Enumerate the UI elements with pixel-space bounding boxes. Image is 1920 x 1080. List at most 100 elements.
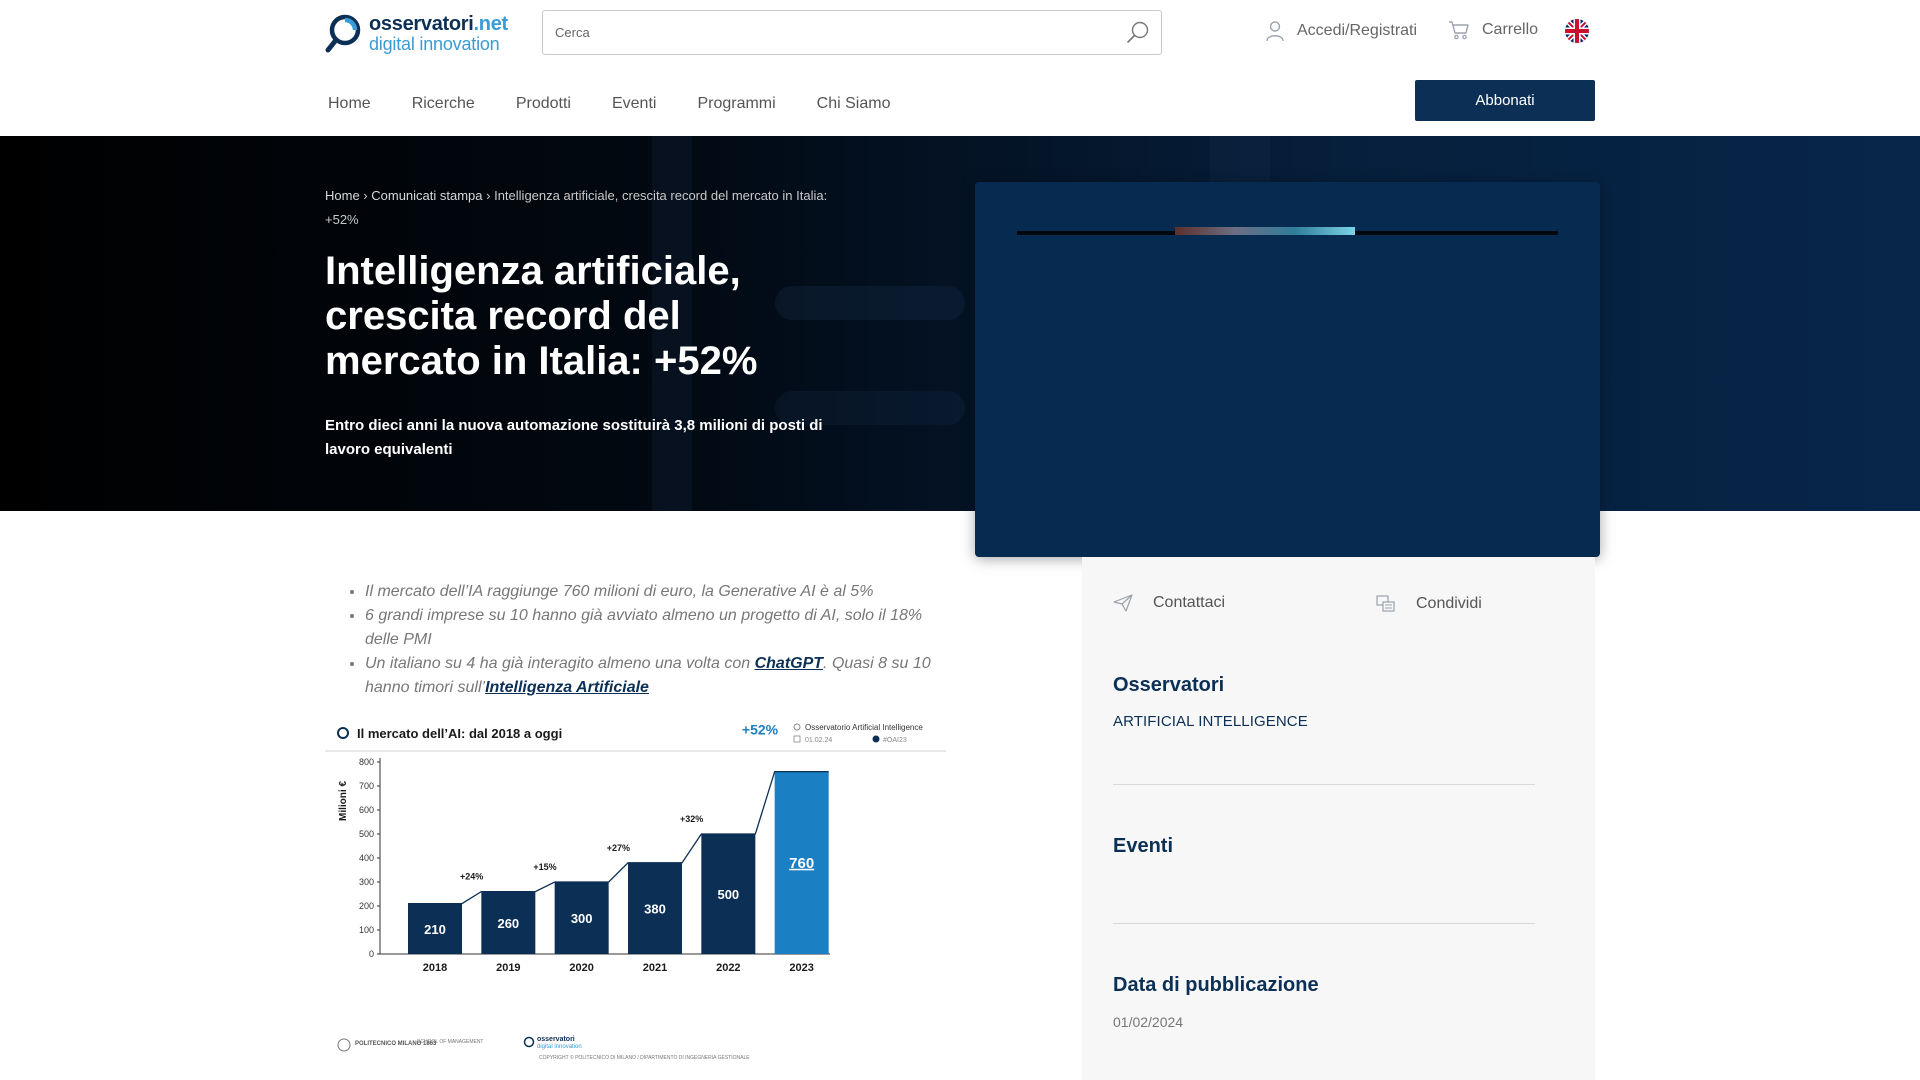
publication-date: 01/02/2024 [1113,1014,1184,1030]
publication-date-heading: Data di pubblicazione [1113,974,1319,996]
y-tick-label: 0 [369,949,374,959]
ai-link[interactable]: Intelligenza Artificiale [485,679,649,696]
y-tick-label: 400 [359,853,374,863]
share-icon [1376,595,1395,612]
y-tick-label: 300 [359,877,374,887]
sidebar-divider [1113,784,1535,785]
chart-footer: POLITECNICO MILANO 1863 SCHOOL OF MANAGE… [337,1036,750,1061]
x-tick-label: 2022 [716,962,740,974]
chart-title: Il mercato dell’AI: dal 2018 a oggi [357,726,562,741]
bar-value-label: 500 [717,887,739,902]
hero-image-strip [1175,227,1355,235]
growth-label: +32% [680,814,703,824]
bar-value-label: 300 [571,911,593,926]
bar-value-label: 260 [497,916,519,931]
cart-icon [1449,21,1469,40]
chart-source: Osservatorio Artificial Intelligence [805,723,923,732]
hashtag-icon [872,735,880,743]
chart-logo-icon [337,727,349,739]
observatories-heading: Osservatori [1113,674,1225,696]
logo-magnifier-icon [325,14,361,53]
bar-value-label: 760 [789,855,814,872]
growth-label: +15% [533,862,556,872]
footer-school: SCHOOL OF MANAGEMENT [417,1039,484,1045]
site-header: osservatori.net digital innovation Acced… [0,0,1920,136]
growth-label: +27% [607,843,630,853]
growth-label: +52% [742,722,779,738]
footer-logo-tagline: digital innovation [537,1044,582,1050]
breadcrumb: Home › Comunicati stampa › Intelligenza … [325,188,828,227]
paper-plane-icon [1113,594,1133,612]
bar-value-label: 210 [424,922,446,937]
chatgpt-link[interactable]: ChatGPT [755,655,823,672]
nav-prodotti[interactable]: Prodotti [516,95,571,113]
account-label: Accedi/Registrati [1297,22,1418,39]
key-points-list: Il mercato dell’IA raggiunge 760 milioni… [345,580,945,700]
chart-header: Il mercato dell’AI: dal 2018 a oggi Osse… [325,723,946,752]
x-tick-label: 2023 [789,962,813,974]
x-tick-label: 2019 [496,962,520,974]
list-item: 6 grandi imprese su 10 hanno già avviato… [365,604,945,652]
bar-value-label: 380 [644,901,666,916]
main-nav: Home Ricerche Prodotti Eventi Programmi … [328,95,931,113]
observatory-ai-link[interactable]: ARTIFICIAL INTELLIGENCE [1113,713,1308,730]
polimi-logo-icon [337,1038,351,1052]
logo-tagline: digital innovation [369,33,500,54]
list-item: Il mercato dell’IA raggiunge 760 milioni… [365,580,945,604]
hero-media-card [975,182,1600,557]
contact-label: Contattaci [1153,594,1226,611]
contact-button[interactable]: Contattaci [1113,594,1225,612]
nav-programmi[interactable]: Programmi [697,95,775,113]
x-tick-label: 2018 [423,962,447,974]
y-tick-label: 700 [359,781,374,791]
growth-line [408,770,829,905]
y-tick-label: 200 [359,901,374,911]
cart-link[interactable]: Carrello [1448,20,1538,40]
search-input[interactable] [555,11,1115,54]
share-label: Condividi [1416,595,1482,612]
article-sidebar: Contattaci Condividi Osservatori ARTIFIC… [1082,557,1595,1080]
logo-main-text: osservatori [369,12,474,35]
events-heading: Eventi [1113,835,1174,857]
y-tick-label: 600 [359,805,374,815]
hero-banner [0,136,1920,511]
logo[interactable]: osservatori.net digital innovation [325,12,515,54]
account-link[interactable]: Accedi/Registrati [1265,20,1417,42]
source-icon [793,723,801,731]
y-tick-label: 800 [359,757,374,767]
y-tick-label: 100 [359,925,374,935]
nav-home[interactable]: Home [328,95,371,113]
osservatori-mini-logo-icon [523,1036,535,1048]
list-item: Un italiano su 4 ha già interagito almen… [365,652,945,700]
search-box [542,10,1162,55]
nav-ricerche[interactable]: Ricerche [412,95,475,113]
x-tick-label: 2020 [569,962,593,974]
logo-text: osservatori.net digital innovation [369,14,508,53]
breadcrumb-home[interactable]: Home [325,188,360,203]
growth-label: +24% [460,872,483,882]
market-chart: Il mercato dell’AI: dal 2018 a oggi Osse… [325,722,946,1061]
footer-copyright: COPYRIGHT © POLITECNICO DI MILANO / DIPA… [539,1054,750,1061]
chart-hashtag: #OAI23 [883,737,907,744]
x-tick-label: 2021 [643,962,667,974]
logo-suffix-text: .net [473,12,509,35]
chart-plot: 800 700 600 500 400 300 200 100 0 210 2018 260 2019 3… [359,722,830,974]
nav-chi-siamo[interactable]: Chi Siamo [817,95,891,113]
y-tick-label: 500 [359,829,374,839]
share-button[interactable]: Condividi [1376,594,1482,614]
page-subtitle: Entro dieci anni la nuova automazione so… [325,417,823,458]
subscribe-button[interactable]: Abbonati [1415,80,1595,121]
user-icon [1266,21,1284,42]
y-axis-label: Milioni € [338,781,349,821]
bullet-text: Un italiano su 4 ha già interagito almen… [365,655,755,672]
sidebar-divider [1113,923,1535,924]
nav-eventi[interactable]: Eventi [612,95,656,113]
footer-logo-text: osservatori [537,1036,575,1043]
uk-flag-icon[interactable] [1565,19,1589,43]
market-chart-infographic: Il mercato dell’AI: dal 2018 a oggi Osse… [325,717,946,1065]
breadcrumb-press[interactable]: Comunicati stampa [371,188,482,203]
cart-label: Carrello [1482,21,1539,38]
calendar-icon [793,735,801,743]
page-title: Intelligenza artificiale, crescita recor… [325,249,758,383]
search-icon[interactable] [1125,20,1151,46]
